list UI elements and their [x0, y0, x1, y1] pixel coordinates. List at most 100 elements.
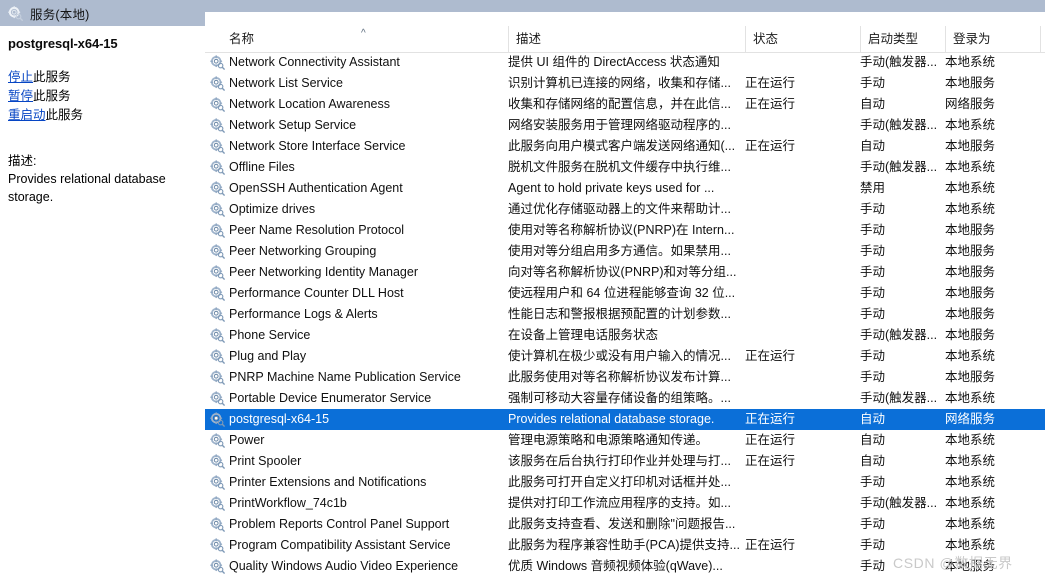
cell-log-on-as: 本地服务 — [945, 223, 996, 237]
table-row[interactable]: PNRP Machine Name Publication Service 此服务… — [205, 367, 1045, 388]
table-row[interactable]: Optimize drives 通过优化存储驱动器上的文件来帮助计... 手动 本地系… — [205, 199, 1045, 220]
services-list-body[interactable]: Network Connectivity Assistant 提供 UI 组件的 … — [205, 52, 1045, 582]
cell-log-on-as: 本地系统 — [945, 349, 996, 363]
cell-log-on-as: 本地系统 — [945, 181, 996, 195]
service-detail-pane: postgresql-x64-15 停止此服务 暂停此服务 重启动此服务 描述:… — [0, 26, 205, 582]
table-row[interactable]: Peer Name Resolution Protocol 使用对等名称解析协议(… — [205, 220, 1045, 241]
cell-log-on-as: 本地服务 — [945, 370, 996, 384]
table-row[interactable]: Peer Networking Identity Manager 向对等名称解析协… — [205, 262, 1045, 283]
cell-startup-type: 禁用 — [860, 181, 886, 195]
cell-status: 正在运行 — [745, 433, 796, 447]
table-row[interactable]: Quality Windows Audio Video Experience 优质… — [205, 556, 1045, 577]
cell-log-on-as: 本地系统 — [945, 517, 996, 531]
cell-service-name: Printer Extensions and Notifications — [229, 475, 427, 489]
cell-startup-type: 手动 — [860, 370, 886, 384]
table-row[interactable]: Network Store Interface Service 此服务向用户模式客… — [205, 136, 1045, 157]
cell-service-name: Peer Name Resolution Protocol — [229, 223, 405, 237]
console-tree-tab[interactable]: 服务(本地) — [0, 0, 205, 26]
cell-description: 该服务在后台执行打印作业并处理与打... — [508, 454, 731, 468]
table-row[interactable]: Offline Files 脱机文件服务在脱机文件缓存中执行维... 手动(触发器.… — [205, 157, 1045, 178]
cell-service-name: Offline Files — [229, 160, 295, 174]
cell-description: Provides relational database storage. — [508, 412, 715, 426]
table-row[interactable]: Peer Networking Grouping 使用对等分组启用多方通信。如果禁… — [205, 241, 1045, 262]
table-row[interactable]: PrintWorkflow_74c1b 提供对打印工作流应用程序的支持。如... 手… — [205, 493, 1045, 514]
cell-service-name: Performance Counter DLL Host — [229, 286, 404, 300]
table-row[interactable]: Problem Reports Control Panel Support 此服务… — [205, 514, 1045, 535]
cell-log-on-as: 本地系统 — [945, 160, 996, 174]
stop-service-link[interactable]: 停止 — [8, 70, 33, 84]
column-header-status[interactable]: 状态 — [745, 26, 860, 52]
table-row[interactable]: Network Location Awareness 收集和存储网络的配置信息，并… — [205, 94, 1045, 115]
table-row[interactable]: Power 管理电源策略和电源策略通知传递。 正在运行 自动 本地系统 — [205, 430, 1045, 451]
cell-service-name: Network Connectivity Assistant — [229, 55, 400, 69]
cell-status — [745, 493, 855, 514]
table-row[interactable]: postgresql-x64-15 Provides relational dat… — [205, 409, 1045, 430]
column-header-filler — [1040, 26, 1045, 52]
cell-status — [745, 115, 855, 136]
cell-status — [745, 241, 855, 262]
cell-service-name: Phone Service — [229, 328, 311, 342]
table-row[interactable]: OpenSSH Authentication Agent Agent to hol… — [205, 178, 1045, 199]
cell-status — [745, 388, 855, 409]
cell-status — [745, 283, 855, 304]
cell-description: 提供对打印工作流应用程序的支持。如... — [508, 496, 731, 510]
table-row[interactable]: Network List Service 识别计算机已连接的网络，收集和存储...… — [205, 73, 1045, 94]
column-header-status-label: 状态 — [753, 32, 779, 46]
table-row[interactable]: Program Compatibility Assistant Service 此… — [205, 535, 1045, 556]
description-text: Provides relational database storage. — [8, 172, 166, 204]
column-header-description-label: 描述 — [516, 32, 542, 46]
column-header-description[interactable]: 描述 — [508, 26, 745, 52]
cell-service-name: Network Location Awareness — [229, 97, 390, 111]
cell-startup-type: 手动 — [860, 307, 886, 321]
table-row[interactable]: Network Setup Service 网络安装服务用于管理网络驱动程序的..… — [205, 115, 1045, 136]
column-header-log-on-as-label: 登录为 — [953, 32, 991, 46]
cell-description: 使远程用户和 64 位进程能够查询 32 位... — [508, 286, 736, 300]
cell-description: 强制可移动大容量存储设备的组策略。... — [508, 391, 731, 405]
cell-description: 此服务向用户模式客户端发送网络通知(... — [508, 139, 736, 153]
cell-startup-type: 手动(触发器... — [860, 496, 938, 510]
table-row[interactable]: Printer Extensions and Notifications 此服务可… — [205, 472, 1045, 493]
cell-description: 脱机文件服务在脱机文件缓存中执行维... — [508, 160, 731, 174]
table-row[interactable]: Performance Counter DLL Host 使远程用户和 64 位进… — [205, 283, 1045, 304]
cell-startup-type: 手动(触发器... — [860, 391, 938, 405]
cell-status — [745, 304, 855, 325]
cell-log-on-as: 本地服务 — [945, 139, 996, 153]
cell-description: 此服务为程序兼容性助手(PCA)提供支持... — [508, 538, 740, 552]
cell-service-name: Network Setup Service — [229, 118, 357, 132]
table-row[interactable]: Phone Service 在设备上管理电话服务状态 手动(触发器... 本地服务 — [205, 325, 1045, 346]
cell-service-name: Power — [229, 433, 265, 447]
service-description-block: 描述: Provides relational database storage… — [8, 152, 195, 206]
cell-status: 正在运行 — [745, 412, 796, 426]
cell-service-name: Optimize drives — [229, 202, 316, 216]
cell-status — [745, 178, 855, 199]
table-row[interactable]: Plug and Play 使计算机在极少或没有用户输入的情况... 正在运行 手动 本… — [205, 346, 1045, 367]
table-row[interactable]: Portable Device Enumerator Service 强制可移动大… — [205, 388, 1045, 409]
cell-status: 正在运行 — [745, 454, 796, 468]
pause-service-link[interactable]: 暂停 — [8, 89, 33, 103]
table-row[interactable]: Network Connectivity Assistant 提供 UI 组件的 … — [205, 52, 1045, 73]
cell-status — [745, 514, 855, 535]
cell-status: 正在运行 — [745, 139, 796, 153]
cell-status — [745, 472, 855, 493]
cell-startup-type: 自动 — [860, 139, 886, 153]
restart-service-link[interactable]: 重启动 — [8, 108, 46, 122]
sort-ascending-icon: ^ — [361, 28, 366, 39]
cell-startup-type: 手动(触发器... — [860, 55, 938, 69]
cell-status — [745, 220, 855, 241]
cell-description: 使用对等分组启用多方通信。如果禁用... — [508, 244, 731, 258]
cell-log-on-as: 本地系统 — [945, 433, 996, 447]
cell-description: 网络安装服务用于管理网络驱动程序的... — [508, 118, 731, 132]
column-header-startup-type[interactable]: 启动类型 — [860, 26, 945, 52]
cell-startup-type: 手动 — [860, 538, 886, 552]
cell-description: 提供 UI 组件的 DirectAccess 状态通知 — [508, 55, 720, 69]
column-header-name[interactable]: 名称 ^ — [205, 26, 508, 52]
cell-log-on-as: 本地系统 — [945, 475, 996, 489]
cell-service-name: Portable Device Enumerator Service — [229, 391, 432, 405]
cell-log-on-as: 本地系统 — [945, 55, 996, 69]
cell-startup-type: 手动 — [860, 559, 886, 573]
table-row[interactable]: Print Spooler 该服务在后台执行打印作业并处理与打... 正在运行 自动 本… — [205, 451, 1045, 472]
table-row[interactable]: Performance Logs & Alerts 性能日志和警报根据预配置的计划… — [205, 304, 1045, 325]
action-restart-suffix: 此服务 — [45, 108, 84, 122]
cell-startup-type: 手动(触发器... — [860, 160, 938, 174]
column-header-log-on-as[interactable]: 登录为 — [945, 26, 1040, 52]
